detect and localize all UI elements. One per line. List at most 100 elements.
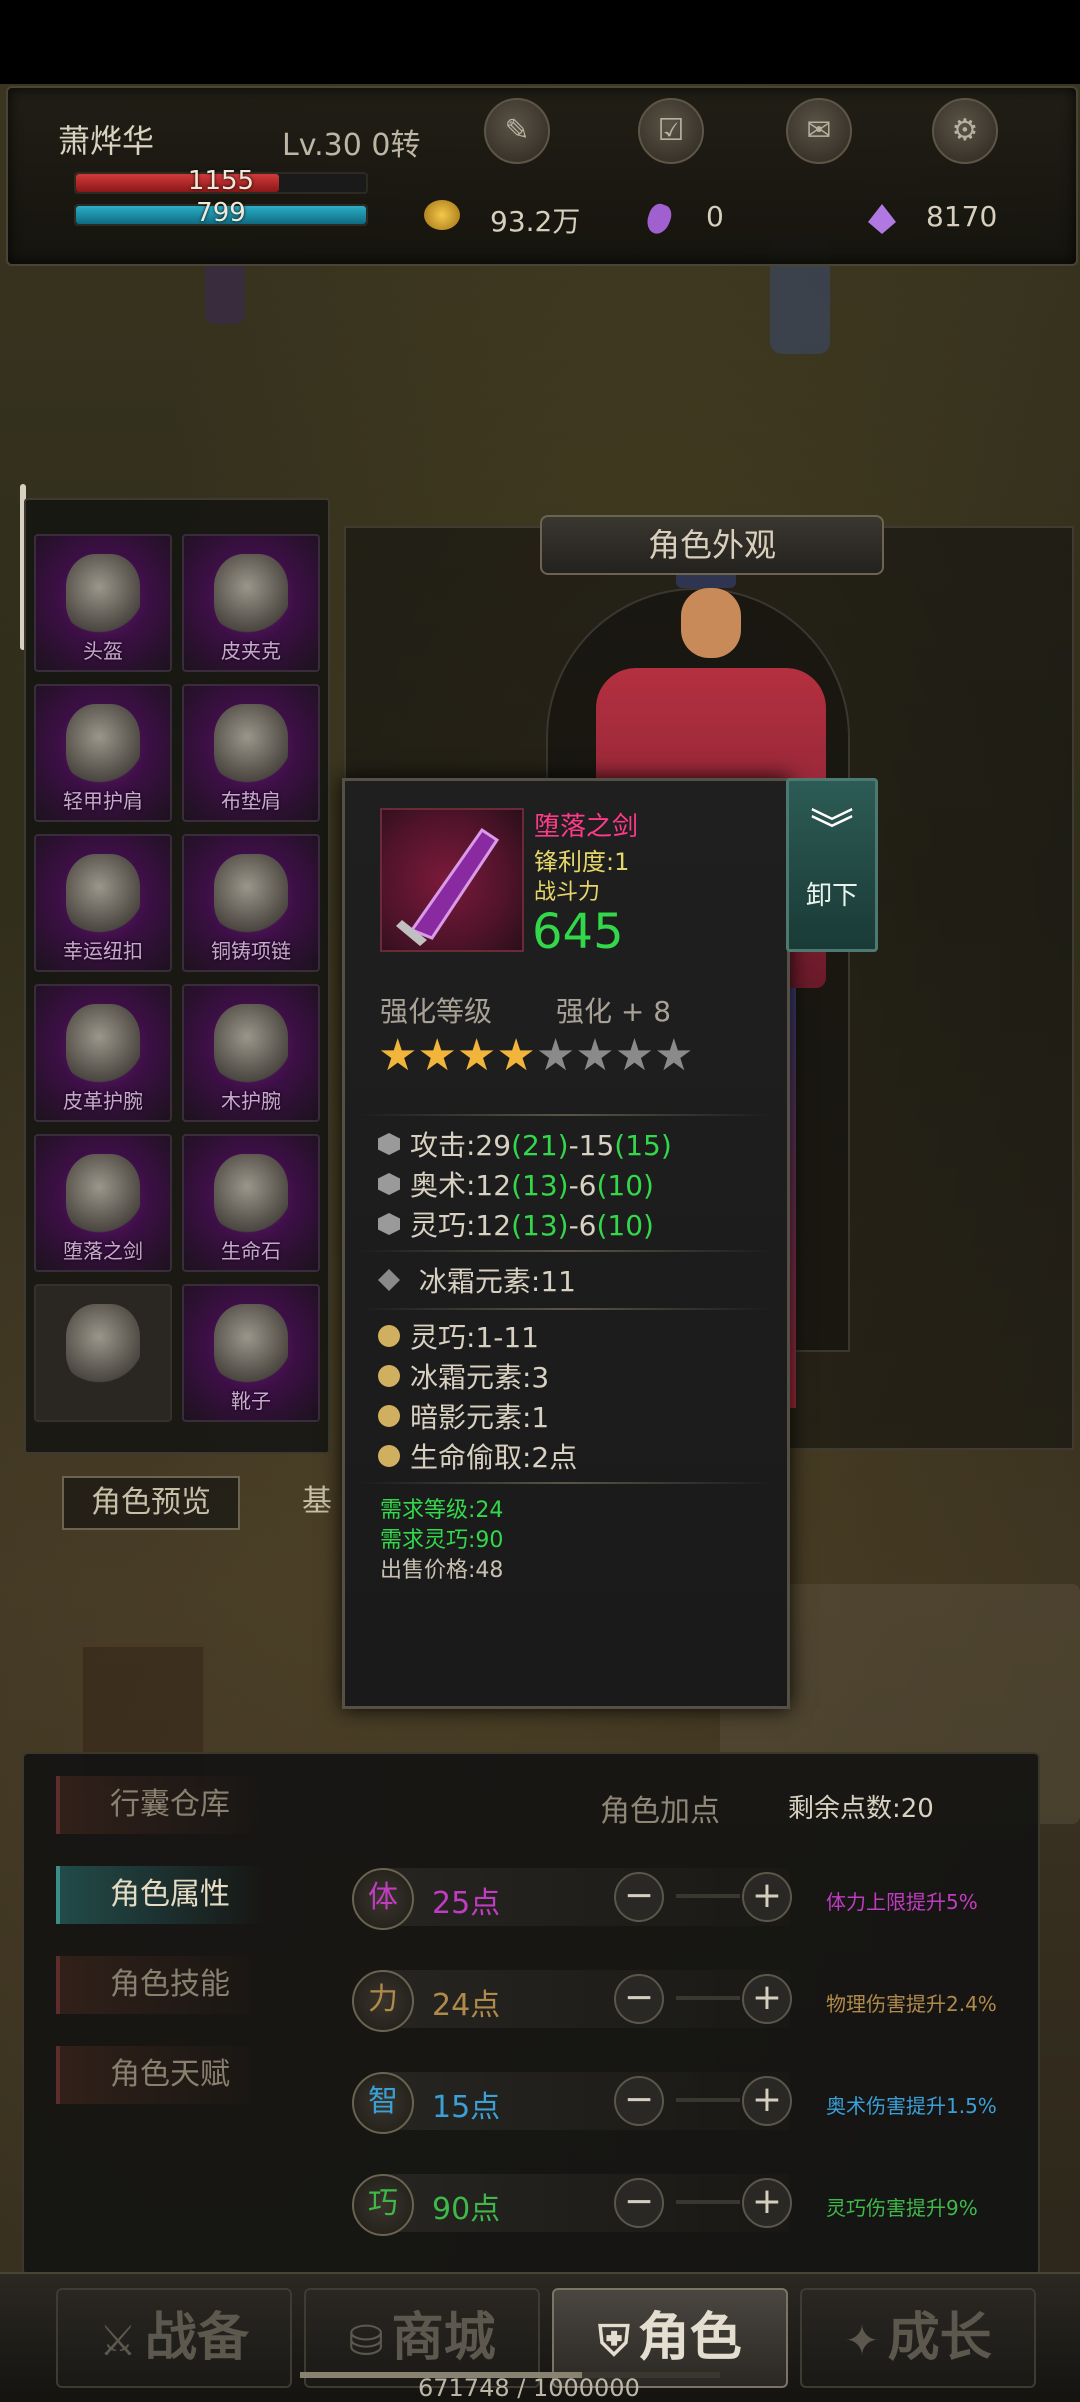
hp-value: 1155 bbox=[187, 166, 255, 196]
plus-button[interactable]: + bbox=[742, 1974, 792, 2024]
side-tab[interactable]: 角色属性 bbox=[56, 1866, 266, 1924]
ornament-divider bbox=[676, 1996, 740, 2000]
side-tab[interactable]: 行囊仓库 bbox=[56, 1776, 266, 1834]
equipment-slot-label: 皮革护腕 bbox=[63, 1089, 143, 1113]
ornament-divider bbox=[676, 1894, 740, 1898]
divider bbox=[360, 1250, 770, 1252]
item-image-sword bbox=[380, 808, 524, 952]
divider bbox=[360, 1308, 770, 1310]
equipment-slot[interactable]: 幸运纽扣 bbox=[34, 834, 172, 972]
crossed-swords-icon: ⚔ bbox=[99, 2316, 137, 2365]
unload-label: 卸下 bbox=[805, 881, 858, 911]
checklist-icon[interactable]: ☑ bbox=[638, 98, 704, 164]
chevron-down-icon: ︾ bbox=[810, 805, 854, 856]
attribute-description: 物理伤害提升2.4% bbox=[826, 1992, 997, 2016]
nav-tab-label: 战备 bbox=[144, 2308, 249, 2368]
wooden-bracer-icon bbox=[214, 1004, 288, 1086]
pauldron-icon bbox=[66, 704, 140, 786]
equipment-slot[interactable] bbox=[34, 1284, 172, 1422]
crystal-icon bbox=[643, 201, 675, 237]
equipment-slot-label: 木护腕 bbox=[221, 1089, 281, 1113]
affix-text: 生命偷取:2点 bbox=[410, 1441, 578, 1474]
stat-max: -6 bbox=[568, 1209, 597, 1242]
attribute-description: 体力上限提升5% bbox=[826, 1890, 978, 1914]
exp-text: 671748 / 1000000 bbox=[418, 2374, 640, 2402]
divider bbox=[360, 1114, 770, 1116]
affix-text: 冰霜元素:3 bbox=[410, 1361, 550, 1394]
equipment-slot[interactable]: 生命石 bbox=[182, 1134, 320, 1272]
equipment-slot[interactable]: 铜铸项链 bbox=[182, 834, 320, 972]
equipment-slot[interactable]: 靴子 bbox=[182, 1284, 320, 1422]
side-tab[interactable]: 角色技能 bbox=[56, 1956, 266, 2014]
equipment-slot[interactable]: 皮夹克 bbox=[182, 534, 320, 672]
equipment-slot-label: 生命石 bbox=[221, 1239, 281, 1263]
attribute-badge: 力 bbox=[352, 1970, 414, 2032]
nav-tab-label: 成长 bbox=[887, 2308, 992, 2368]
equipment-slot[interactable]: 头盔 bbox=[34, 534, 172, 672]
mail-icon[interactable]: ✉ bbox=[786, 98, 852, 164]
character-preview-tab[interactable]: 角色预览 bbox=[62, 1476, 240, 1530]
equipment-slot[interactable]: 木护腕 bbox=[182, 984, 320, 1122]
stat-hex-icon bbox=[378, 1173, 400, 1195]
nav-tab-label: 角色 bbox=[637, 2308, 742, 2368]
equipment-slot[interactable]: 轻甲护肩 bbox=[34, 684, 172, 822]
minus-button[interactable]: − bbox=[614, 2076, 664, 2126]
stat-name: 灵巧:12 bbox=[410, 1209, 512, 1242]
stat-hex-icon bbox=[378, 1133, 400, 1155]
element-stat-row: 冰霜元素:11 bbox=[378, 1260, 576, 1300]
base-stat-row: 攻击:29(21)-15(15) bbox=[378, 1124, 672, 1164]
required-dex: 需求灵巧:90 bbox=[380, 1528, 504, 1553]
affix-text: 暗影元素:1 bbox=[410, 1401, 550, 1434]
element-icon bbox=[378, 1269, 400, 1291]
settings-gear-icon[interactable]: ⚙ bbox=[932, 98, 998, 164]
shop-icon: ⛁ bbox=[348, 2316, 384, 2365]
unload-button[interactable]: ︾ 卸下 bbox=[786, 778, 878, 952]
equipment-slot[interactable]: 皮革护腕 bbox=[34, 984, 172, 1122]
leather-bracer-icon bbox=[66, 1004, 140, 1086]
affix-eye-icon bbox=[378, 1405, 400, 1427]
minus-button[interactable]: − bbox=[614, 1872, 664, 1922]
stat-bonus: (15) bbox=[614, 1129, 672, 1162]
nav-tab[interactable]: ✦ 成长 bbox=[800, 2288, 1036, 2388]
ornament-divider bbox=[676, 2098, 740, 2102]
stat-name: 攻击:29 bbox=[410, 1129, 512, 1162]
mp-bar: 799 bbox=[74, 198, 368, 228]
copper-chain-icon bbox=[214, 854, 288, 936]
status-bar bbox=[0, 0, 1080, 84]
plus-button[interactable]: + bbox=[742, 1872, 792, 1922]
ornament-divider bbox=[676, 2200, 740, 2204]
gold-amount: 93.2万 bbox=[490, 205, 581, 238]
sword-icon bbox=[396, 827, 500, 946]
attribute-points: 24点 bbox=[432, 1988, 501, 2023]
plus-button[interactable]: + bbox=[742, 2076, 792, 2126]
plus-button[interactable]: + bbox=[742, 2178, 792, 2228]
attribute-description: 奥术伤害提升1.5% bbox=[826, 2094, 997, 2118]
stat-hex-icon bbox=[378, 1213, 400, 1235]
player-name: 萧烨华 bbox=[58, 122, 155, 160]
leather-jacket-icon bbox=[214, 554, 288, 636]
attribute-badge: 智 bbox=[352, 2072, 414, 2134]
nav-tab[interactable]: ⚔ 战备 bbox=[56, 2288, 292, 2388]
minus-button[interactable]: − bbox=[614, 1974, 664, 2024]
sword-icon bbox=[66, 1154, 140, 1236]
equipment-slot[interactable]: 堕落之剑 bbox=[34, 1134, 172, 1272]
quest-scroll-icon[interactable]: ✎ bbox=[484, 98, 550, 164]
affix-row: 暗影元素:1 bbox=[378, 1396, 549, 1436]
minus-button[interactable]: − bbox=[614, 2178, 664, 2228]
item-name: 堕落之剑 bbox=[534, 812, 639, 842]
stat-bonus: (13) bbox=[511, 1169, 569, 1202]
attribute-points: 25点 bbox=[432, 1886, 501, 1921]
divider bbox=[360, 1482, 770, 1484]
cloth-shoulder-icon bbox=[214, 704, 288, 786]
stat-bonus: (21) bbox=[511, 1129, 569, 1162]
gem-amount: 8170 bbox=[926, 200, 998, 233]
base-tab-partial[interactable]: 基 bbox=[302, 1476, 332, 1520]
mp-value: 799 bbox=[196, 198, 246, 228]
affix-eye-icon bbox=[378, 1325, 400, 1347]
equipment-slot[interactable]: 布垫肩 bbox=[182, 684, 320, 822]
star-empty-icon: ★ bbox=[654, 1030, 694, 1081]
nav-tab-label: 商城 bbox=[391, 2308, 496, 2368]
boots-icon bbox=[214, 1304, 288, 1386]
side-tab[interactable]: 角色天赋 bbox=[56, 2046, 266, 2104]
helmet-icon bbox=[66, 554, 140, 636]
